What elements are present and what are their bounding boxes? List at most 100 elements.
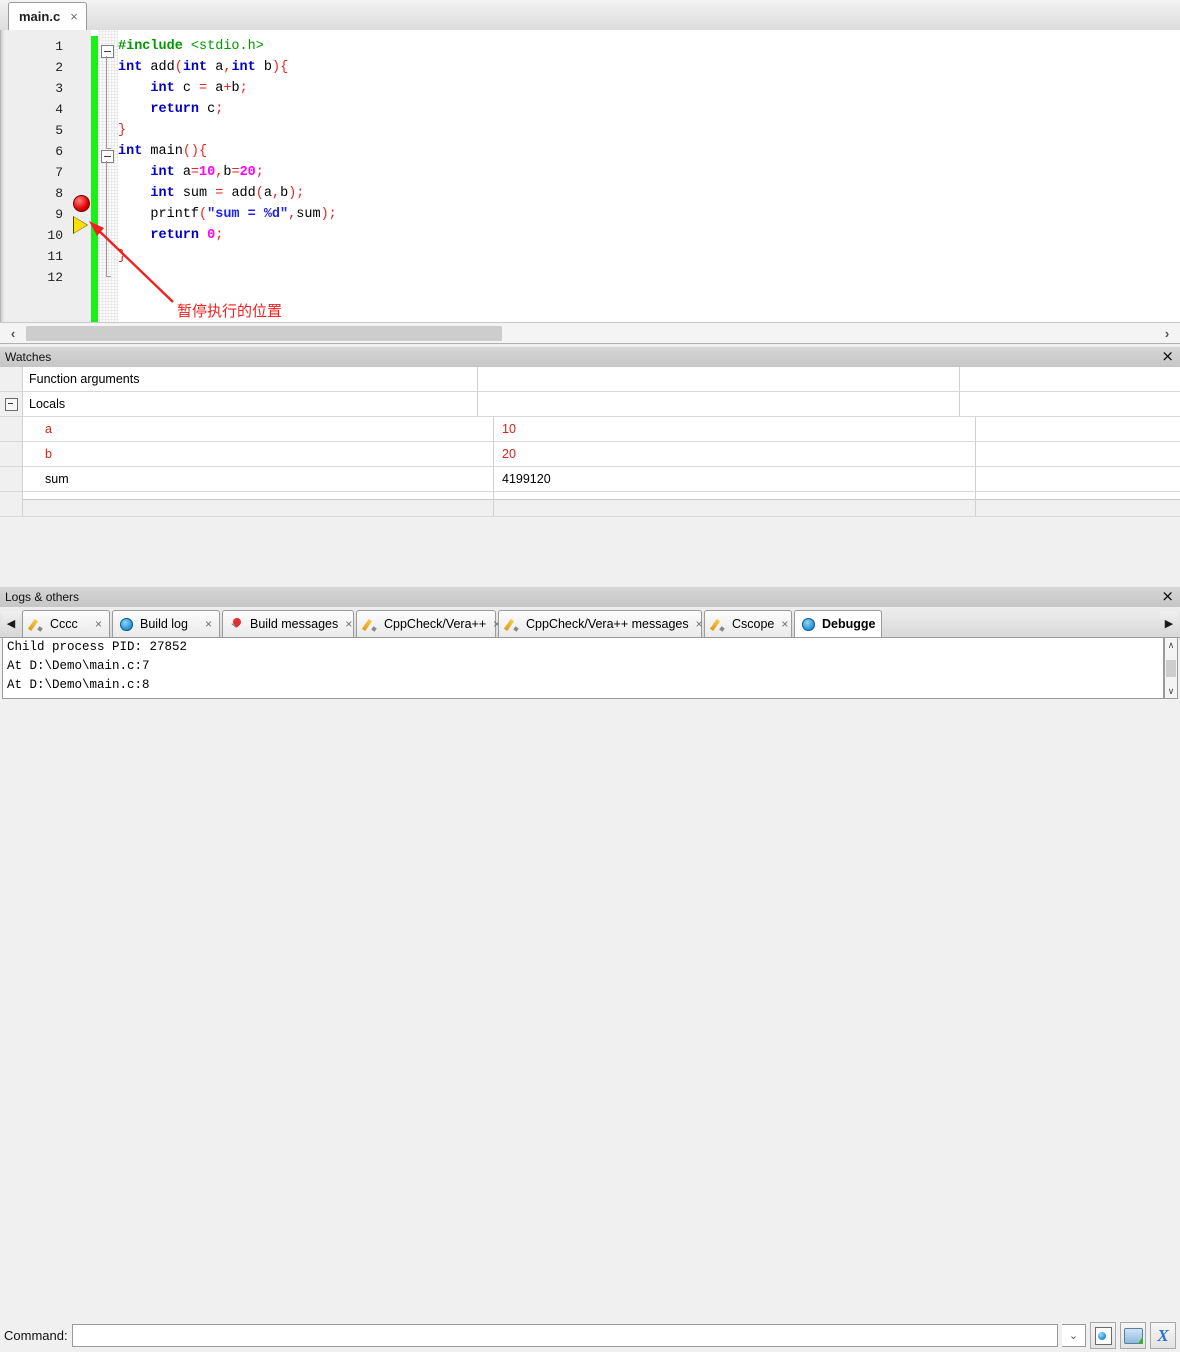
fold-margin[interactable] [98,30,118,322]
watches-title-bar: Watches × [0,346,1180,368]
code-line[interactable]: } [118,246,1180,267]
watches-grid[interactable]: Function arguments Locals a 10 b 20 sum 4199120 [0,367,1180,517]
close-icon[interactable]: × [781,617,788,631]
close-icon[interactable]: × [205,617,212,631]
breakpoint-icon[interactable] [73,195,90,212]
table-row[interactable]: a 10 [0,417,1180,442]
tab-cccc[interactable]: Cccc × [22,610,110,637]
code-line[interactable]: return c; [118,99,1180,120]
scrollbar-thumb[interactable] [26,326,502,341]
tab-cppcheck-vera[interactable]: CppCheck/Vera++ × [356,610,500,637]
code-line[interactable]: int a=10,b=20; [118,162,1180,183]
code-token: #include [118,39,191,54]
code-line[interactable]: int sum = add(a,b); [118,183,1180,204]
debugger-log-output[interactable]: Child process PID: 27852 At D:\Demo\main.… [2,637,1164,699]
close-icon[interactable]: × [1161,588,1174,605]
tab-label: Cscope [732,617,775,631]
code-token: b [255,60,272,75]
watch-extra-cell [976,417,1180,441]
blue-x-icon: X [1157,1325,1169,1345]
code-line[interactable]: printf("sum = %d",sum); [118,204,1180,225]
collapse-icon[interactable] [4,397,18,411]
line-number: 8 [55,186,63,201]
tabstrip-scroll-right-icon[interactable]: ▶ [1160,611,1178,635]
table-row[interactable]: Function arguments [0,367,1180,392]
code-token: ){ [271,60,289,75]
code-token: return [150,228,200,243]
pencil-icon [506,618,519,631]
watch-name-cell [23,492,494,516]
gutter-edge [1,30,5,322]
line-number: 9 [55,207,63,222]
tabstrip-scroll-left-icon[interactable]: ◀ [2,611,20,635]
chevron-down-icon[interactable]: ⌄ [1062,1324,1086,1347]
table-row[interactable]: b 20 [0,442,1180,467]
code-token: ; [239,81,248,96]
code-line[interactable] [118,267,1180,288]
scroll-left-icon[interactable]: ‹ [0,323,26,343]
watch-extra-cell [976,492,1180,516]
tab-cscope[interactable]: Cscope × [704,610,792,637]
code-token: printf [118,207,200,222]
code-token: main [142,144,183,159]
close-icon[interactable]: × [95,617,102,631]
debug-window-button[interactable] [1090,1322,1116,1349]
watch-value-cell [478,367,960,391]
code-token: ( [255,186,264,201]
code-line[interactable]: int c = a+b; [118,78,1180,99]
code-token: ); [320,207,337,222]
close-icon[interactable]: × [345,617,352,631]
close-icon[interactable]: × [1161,348,1174,365]
code-token: a [174,165,191,180]
code-line[interactable]: #include <stdio.h> [118,36,1180,57]
stop-debugger-button[interactable]: X [1150,1322,1176,1349]
watch-extra-cell [960,392,1180,416]
scroll-down-icon[interactable]: ∨ [1165,684,1177,698]
code-line[interactable]: int main(){ [118,141,1180,162]
code-token: 10 [199,165,216,180]
watch-name-cell: Function arguments [23,367,478,391]
fold-toggle-icon[interactable] [101,150,114,163]
close-icon[interactable]: × [70,9,78,24]
scroll-right-icon[interactable]: › [1154,323,1180,343]
tree-column [0,467,23,491]
code-token: a [263,186,272,201]
code-token: int [118,144,143,159]
editor-horizontal-scrollbar[interactable]: ‹ › [0,322,1180,344]
tab-cppcheck-vera-messages[interactable]: CppCheck/Vera++ messages × [498,610,703,637]
table-row[interactable]: Locals [0,392,1180,417]
scrollbar-thumb[interactable] [1166,660,1176,677]
close-icon[interactable]: × [696,617,703,631]
tree-column [0,442,23,466]
editor-tab-main-c[interactable]: main.c × [8,2,87,30]
logs-title-bar: Logs & others × [0,586,1180,608]
code-line[interactable]: int add(int a,int b){ [118,57,1180,78]
command-input[interactable] [71,1324,1058,1347]
code-line[interactable]: } [118,120,1180,141]
code-token: ; [215,102,224,117]
code-token: sum [174,186,216,201]
tab-label: Debugge [822,617,876,631]
editor-tab-label: main.c [19,9,61,24]
line-number: 2 [55,60,63,75]
open-folder-button[interactable] [1120,1322,1146,1349]
code-token: int [182,60,208,75]
line-number: 6 [55,144,63,159]
fold-toggle-icon[interactable] [101,45,114,58]
code-line[interactable]: return 0; [118,225,1180,246]
code-editor[interactable]: 1 2 3 4 5 6 7 8 9 10 11 12 #include <stdio.h> int ad… [0,30,1180,322]
table-row[interactable]: sum 4199120 [0,467,1180,492]
code-token: sum [296,207,321,222]
tab-build-log[interactable]: Build log × [112,610,220,637]
tab-build-messages[interactable]: Build messages × [222,610,354,637]
pencil-icon [712,618,725,631]
pencil-icon [364,618,377,631]
log-vertical-scrollbar[interactable]: ∧ ∨ [1164,637,1178,699]
code-token: ); [288,186,305,201]
scroll-up-icon[interactable]: ∧ [1165,638,1177,652]
tab-debugge[interactable]: Debugge [794,610,882,637]
table-row[interactable] [0,492,1180,517]
tab-label: CppCheck/Vera++ [384,617,487,631]
code-token: = [199,81,208,96]
code-text-area[interactable]: #include <stdio.h> int add(int a,int b){ … [118,30,1180,322]
